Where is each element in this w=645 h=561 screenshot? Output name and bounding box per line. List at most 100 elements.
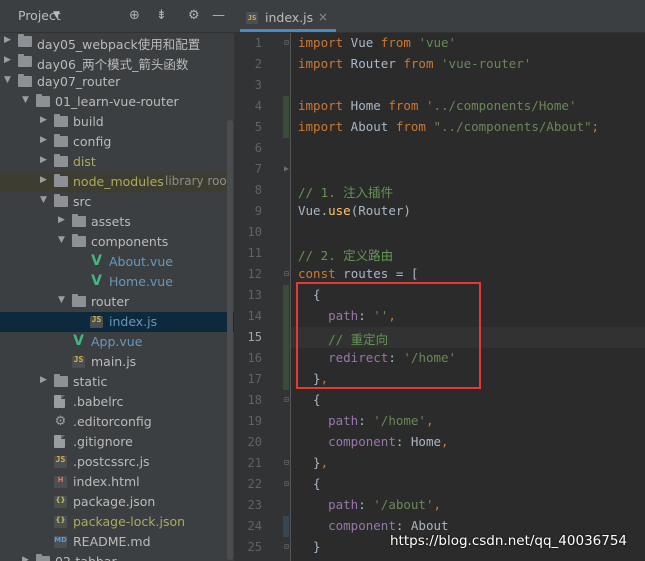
tree-folder[interactable]: ▶ build <box>0 112 234 132</box>
folder-icon <box>18 34 32 47</box>
code-line: import Vue from 'vue' <box>298 35 457 50</box>
line-number: 5 <box>254 120 262 134</box>
chevron-right-icon[interactable]: ▶ <box>40 115 47 125</box>
tree-file[interactable]: V Home.vue <box>0 272 234 292</box>
line-number: 13 <box>247 288 262 302</box>
line-number: 19 <box>247 414 262 428</box>
fold-marker-icon[interactable]: ▶ <box>284 164 289 173</box>
tree-file[interactable]: JS .postcssrc.js <box>0 452 234 472</box>
line-number: 3 <box>254 78 262 92</box>
tree-scrollbar[interactable] <box>227 120 233 560</box>
tree-folder[interactable]: ▼ src <box>0 192 234 212</box>
chevron-down-icon[interactable]: ▼ <box>4 75 11 85</box>
code-line: { <box>298 476 321 491</box>
tree-item-label: config <box>73 134 112 149</box>
tree-folder[interactable]: ▶ day05_webpack使用和配置 <box>0 32 234 52</box>
code-line: }, <box>298 455 329 470</box>
tree-file[interactable]: .babelrc <box>0 392 234 412</box>
tree-folder[interactable]: ▶ dist <box>0 152 234 172</box>
code-line: { <box>298 392 321 407</box>
tab-index-js[interactable]: JS index.js × <box>240 4 336 32</box>
tree-item-label: main.js <box>91 354 137 369</box>
tree-item-label: assets <box>91 214 131 229</box>
tree-folder[interactable]: ▼ router <box>0 292 234 312</box>
js-file-icon: JS <box>246 12 258 24</box>
line-number: 10 <box>247 225 262 239</box>
tree-file[interactable]: {} package-lock.json <box>0 512 234 532</box>
code-line: import Router from 'vue-router' <box>298 56 532 71</box>
watermark-text: https://blog.csdn.net/qq_40036754 <box>390 533 628 549</box>
chevron-down-icon[interactable]: ▼ <box>53 10 60 20</box>
code-line: } <box>298 539 321 554</box>
hide-panel-icon[interactable]: — <box>212 8 225 23</box>
code-line: Vue.use(Router) <box>298 203 411 218</box>
tree-folder[interactable]: ▼ day07_router <box>0 72 234 92</box>
chevron-right-icon[interactable]: ▶ <box>22 555 29 561</box>
line-number: 22 <box>247 477 262 491</box>
tree-folder[interactable]: ▶ assets <box>0 212 234 232</box>
fold-marker-icon[interactable]: ⊟ <box>284 38 289 47</box>
chevron-right-icon[interactable]: ▶ <box>58 215 65 225</box>
tree-folder[interactable]: ▼ components <box>0 232 234 252</box>
line-number: 23 <box>247 498 262 512</box>
vcs-change-marker[interactable] <box>283 285 289 390</box>
chevron-right-icon[interactable]: ▶ <box>40 175 47 185</box>
tree-file[interactable]: JS main.js <box>0 352 234 372</box>
json-file-icon: {} <box>54 496 67 508</box>
tree-file[interactable]: Hindex.html <box>0 472 234 492</box>
tree-item-label: .editorconfig <box>73 414 152 429</box>
js-file-icon: JS <box>72 356 85 368</box>
fold-marker-icon[interactable]: ⊟ <box>284 542 289 551</box>
chevron-down-icon[interactable]: ▼ <box>40 195 47 205</box>
fold-marker-icon[interactable]: ⊟ <box>284 479 289 488</box>
vcs-change-marker[interactable] <box>283 96 289 138</box>
tree-item-label: index.html <box>73 474 140 489</box>
chevron-down-icon[interactable]: ▼ <box>22 95 29 105</box>
file-icon <box>54 395 65 408</box>
editor-tab-bar: JS index.js × <box>234 0 645 33</box>
tree-folder[interactable]: ▼ 01_learn-vue-router <box>0 92 234 112</box>
tree-file[interactable]: JS index.js <box>0 312 234 332</box>
tree-file[interactable]: ⚙ .editorconfig <box>0 412 234 432</box>
tree-item-label: 01_learn-vue-router <box>55 94 179 109</box>
tree-file[interactable]: V About.vue <box>0 252 234 272</box>
line-number: 21 <box>247 456 262 470</box>
chevron-right-icon[interactable]: ▶ <box>40 375 47 385</box>
chevron-right-icon[interactable]: ▶ <box>40 135 47 145</box>
folder-icon <box>54 174 68 187</box>
chevron-right-icon[interactable]: ▶ <box>4 35 11 45</box>
tree-folder[interactable]: ▶ day06_两个模式_箭头函数 <box>0 52 234 72</box>
tree-file[interactable]: {} package.json <box>0 492 234 512</box>
collapse-all-icon[interactable]: ⇟ <box>156 8 167 23</box>
fold-marker-icon[interactable]: ⊟ <box>284 269 289 278</box>
tree-item-label: .gitignore <box>73 434 133 449</box>
tree-folder[interactable]: ▶ static <box>0 372 234 392</box>
tree-file[interactable]: .gitignore <box>0 432 234 452</box>
line-number: 11 <box>247 246 262 260</box>
gear-icon[interactable]: ⚙ <box>188 8 200 23</box>
folder-icon <box>54 374 68 387</box>
chevron-down-icon[interactable]: ▼ <box>58 295 65 305</box>
line-number: 8 <box>254 183 262 197</box>
tree-file[interactable]: MD README.md <box>0 532 234 552</box>
tree-folder[interactable]: ▶ node_modules library root <box>0 172 234 192</box>
tree-item-label: static <box>73 374 108 389</box>
config-file-icon: ⚙ <box>54 414 67 429</box>
tree-folder[interactable]: ▶ config <box>0 132 234 152</box>
chevron-down-icon[interactable]: ▼ <box>58 235 65 245</box>
tree-file[interactable]: V App.vue <box>0 332 234 352</box>
vcs-change-marker[interactable] <box>283 516 289 537</box>
close-icon[interactable]: × <box>318 10 328 24</box>
chevron-right-icon[interactable]: ▶ <box>4 55 11 65</box>
vue-file-icon: V <box>91 273 102 289</box>
fold-marker-icon[interactable]: ⊟ <box>284 395 289 404</box>
fold-marker-icon[interactable]: ⊟ <box>284 458 289 467</box>
line-number: 1 <box>254 36 262 50</box>
tree-item-label: About.vue <box>109 254 173 269</box>
folder-icon <box>36 554 50 561</box>
js-file-icon: JS <box>90 316 103 328</box>
line-number: 24 <box>247 519 262 533</box>
locate-target-icon[interactable]: ⊕ <box>129 8 140 23</box>
chevron-right-icon[interactable]: ▶ <box>40 155 47 165</box>
tree-folder[interactable]: ▶ 02-tabbar <box>0 552 234 561</box>
